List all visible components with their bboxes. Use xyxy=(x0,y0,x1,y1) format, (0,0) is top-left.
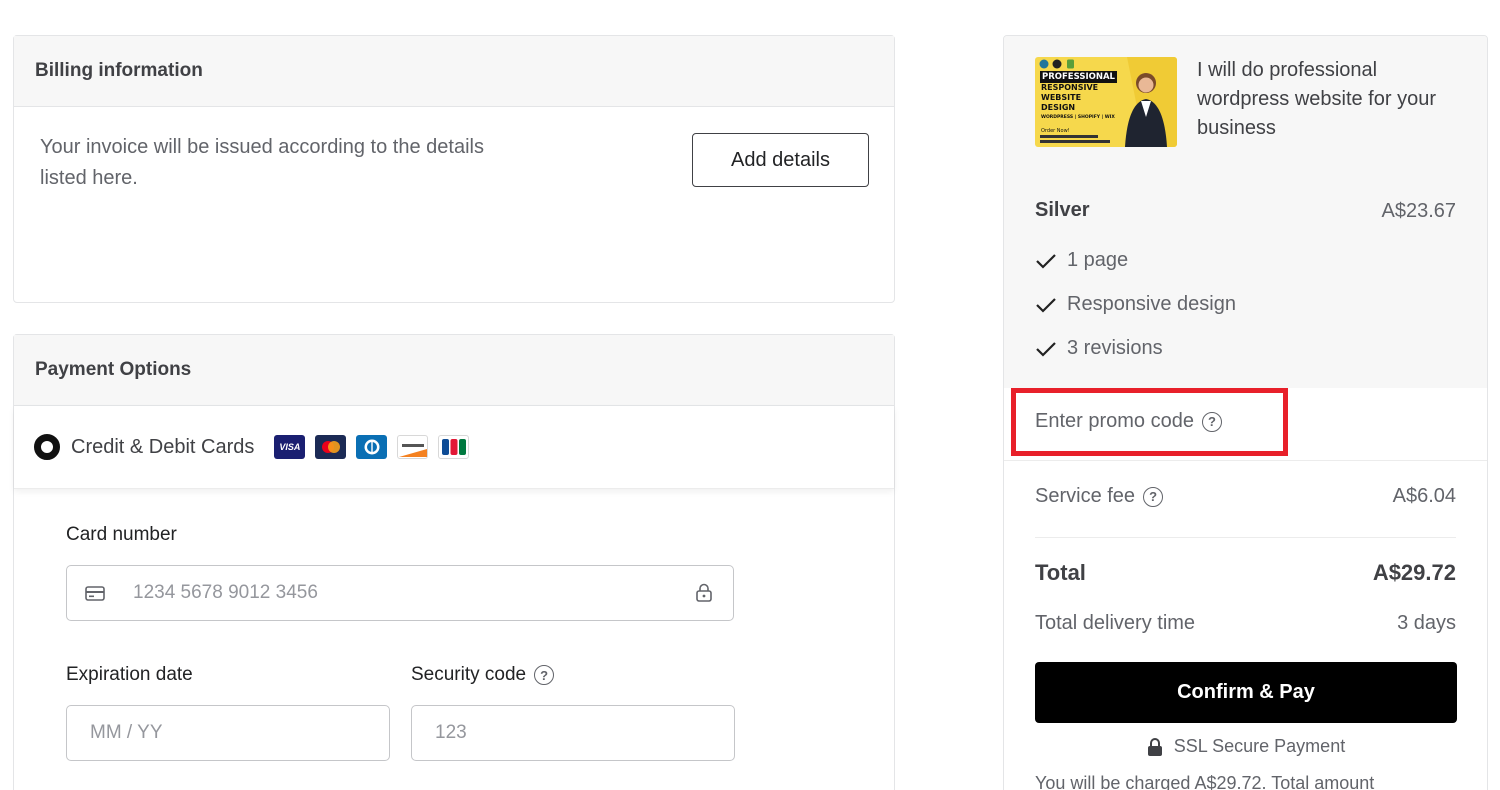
enter-promo-code-link[interactable]: Enter promo code ? xyxy=(1035,410,1222,433)
order-summary-card: PROFESSIONAL RESPONSIVE WEBSITE DESIGN W… xyxy=(1003,35,1488,790)
service-fee-label-group: Service fee ? xyxy=(1035,485,1164,508)
total-value: A$29.72 xyxy=(1372,560,1456,585)
security-code-label: Security code xyxy=(411,664,527,685)
check-icon xyxy=(1036,297,1056,313)
delivery-time-value: 3 days xyxy=(1397,612,1456,634)
mastercard-logo-icon xyxy=(315,435,347,459)
delivery-time-row: Total delivery time 3 days xyxy=(1035,612,1456,635)
feature-item: 1 page xyxy=(1035,249,1128,272)
charged-notice: You will be charged A$29.72. Total amoun… xyxy=(1035,773,1375,790)
security-code-placeholder: 123 xyxy=(435,722,467,743)
thumbnail-headline: PROFESSIONAL xyxy=(1040,71,1117,83)
expiration-date-label: Expiration date xyxy=(66,664,193,685)
gig-thumbnail[interactable]: PROFESSIONAL RESPONSIVE WEBSITE DESIGN W… xyxy=(1035,57,1177,147)
card-number-label: Card number xyxy=(66,524,177,545)
payment-options-card: Payment Options Credit & Debit Cards VIS… xyxy=(13,334,895,790)
diners-club-logo-icon xyxy=(356,435,388,459)
billing-description: Your invoice will be issued according to… xyxy=(40,136,484,189)
security-code-label-row: Security code ? xyxy=(411,664,555,686)
expiration-placeholder: MM / YY xyxy=(90,722,163,743)
delivery-time-label: Total delivery time xyxy=(1035,612,1196,634)
package-price: A$23.67 xyxy=(1381,200,1456,222)
gig-title[interactable]: I will do professional wordpress website… xyxy=(1197,56,1457,143)
feature-label: 3 revisions xyxy=(1067,337,1163,359)
expiration-date-input[interactable]: MM / YY xyxy=(66,705,390,761)
security-code-input[interactable]: 123 xyxy=(411,705,735,761)
service-fee-value: A$6.04 xyxy=(1392,485,1456,507)
thumbnail-footer: Order Now! xyxy=(1041,128,1070,134)
billing-information-card: Billing information Your invoice will be… xyxy=(13,35,895,303)
credit-card-icon xyxy=(85,585,105,601)
visa-logo-icon: VISA xyxy=(274,435,306,459)
package-summary: PROFESSIONAL RESPONSIVE WEBSITE DESIGN W… xyxy=(1004,36,1487,388)
package-name: Silver xyxy=(1035,199,1090,221)
feature-label: Responsive design xyxy=(1067,293,1236,315)
promo-code-row: Enter promo code ? xyxy=(1004,388,1487,461)
total-row: Total A$29.72 xyxy=(1035,560,1456,586)
service-fee-label: Service fee xyxy=(1035,485,1136,507)
discover-logo-icon xyxy=(397,435,429,459)
thumbnail-line-2: WEBSITE xyxy=(1041,93,1082,102)
feature-item: Responsive design xyxy=(1035,293,1236,316)
card-number-placeholder: 1234 5678 9012 3456 xyxy=(133,582,318,603)
service-fee-help-icon[interactable]: ? xyxy=(1143,486,1164,507)
credit-debit-radio[interactable] xyxy=(34,434,60,460)
jcb-logo-icon xyxy=(438,435,470,459)
add-details-button[interactable]: Add details xyxy=(692,133,869,187)
promo-help-icon[interactable]: ? xyxy=(1201,411,1222,432)
credit-debit-option[interactable]: Credit & Debit Cards VISA xyxy=(14,406,894,489)
payment-options-title: Payment Options xyxy=(14,335,894,406)
check-icon xyxy=(1036,253,1056,269)
ssl-label: SSL Secure Payment xyxy=(1173,736,1346,756)
credit-debit-label: Credit & Debit Cards xyxy=(71,435,255,458)
ssl-secure-payment: SSL Secure Payment xyxy=(1004,736,1487,757)
feature-label: 1 page xyxy=(1067,249,1129,271)
promo-code-label: Enter promo code xyxy=(1035,410,1194,432)
summary-divider xyxy=(1035,537,1456,538)
total-label: Total xyxy=(1035,560,1086,585)
thumbnail-line-1: RESPONSIVE xyxy=(1041,83,1099,92)
lock-icon xyxy=(1147,737,1162,756)
feature-item: 3 revisions xyxy=(1035,337,1163,360)
thumbnail-line-3: DESIGN xyxy=(1041,103,1076,112)
thumbnail-platforms: WORDPRESS | SHOPIFY | WIX xyxy=(1041,115,1115,120)
service-fee-row: Service fee ? A$6.04 xyxy=(1035,485,1456,508)
confirm-and-pay-button[interactable]: Confirm & Pay xyxy=(1035,662,1457,723)
security-code-help-icon[interactable]: ? xyxy=(534,665,555,685)
billing-information-title: Billing information xyxy=(14,36,894,107)
card-number-input[interactable]: 1234 5678 9012 3456 xyxy=(66,565,734,621)
lock-icon xyxy=(695,583,713,603)
check-icon xyxy=(1036,341,1056,357)
